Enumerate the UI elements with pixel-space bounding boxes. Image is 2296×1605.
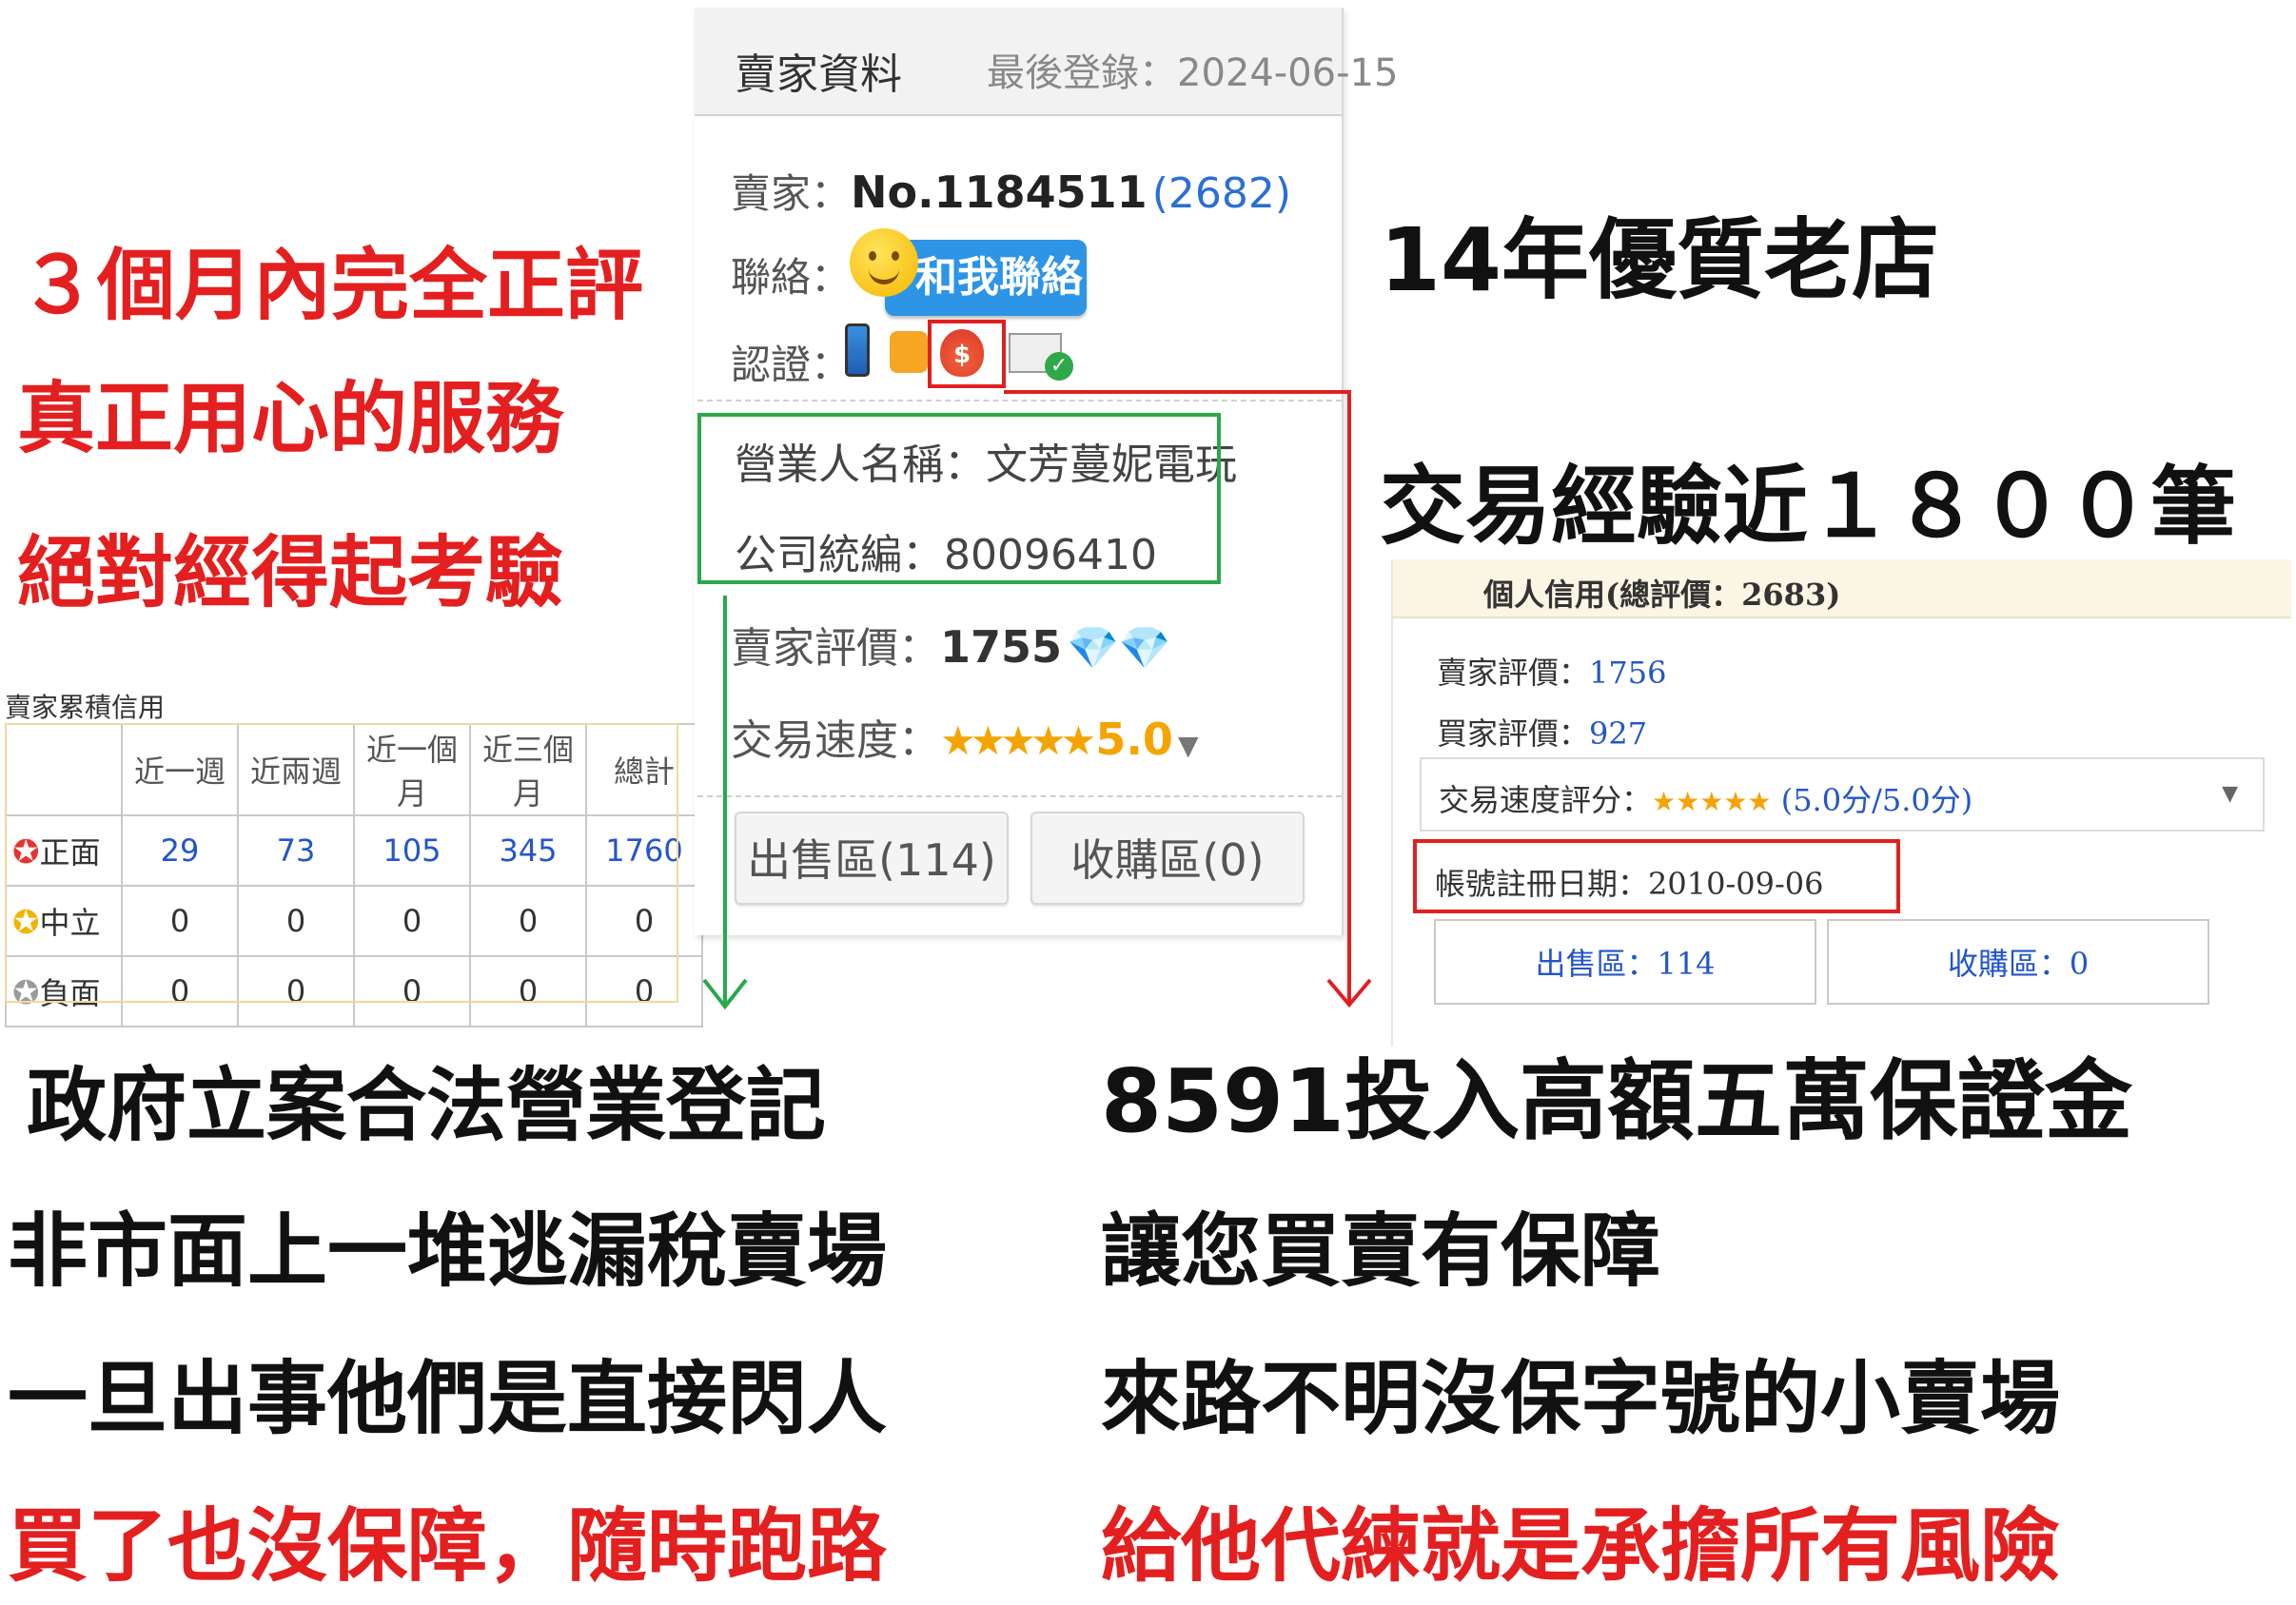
bottom-right-line-1: 8591投入高額五萬保證金 bbox=[1101, 1050, 2133, 1152]
bottom-left-line-2: 非市面上一堆逃漏稅賣場 bbox=[8, 1204, 888, 1298]
bottom-left-line-4: 買了也沒保障，隨時跑路 bbox=[8, 1499, 888, 1593]
annotation-box-business-info bbox=[697, 413, 1221, 584]
bottom-left-line-1: 政府立案合法營業登記 bbox=[27, 1059, 827, 1152]
annotation-red-line bbox=[1004, 390, 1351, 1004]
smiley-icon bbox=[850, 228, 918, 297]
bottom-right-line-3: 來路不明沒保字號的小賣場 bbox=[1101, 1352, 2061, 1445]
annotation-box-reg-date bbox=[1413, 839, 1900, 913]
bottom-right-line-4: 給他代練就是承擔所有風險 bbox=[1101, 1499, 2061, 1593]
annotation-box-money-bag bbox=[928, 320, 1006, 388]
bottom-right-line-2: 讓您買賣有保障 bbox=[1101, 1204, 1661, 1298]
bottom-left-line-3: 一旦出事他們是直接閃人 bbox=[8, 1352, 888, 1445]
